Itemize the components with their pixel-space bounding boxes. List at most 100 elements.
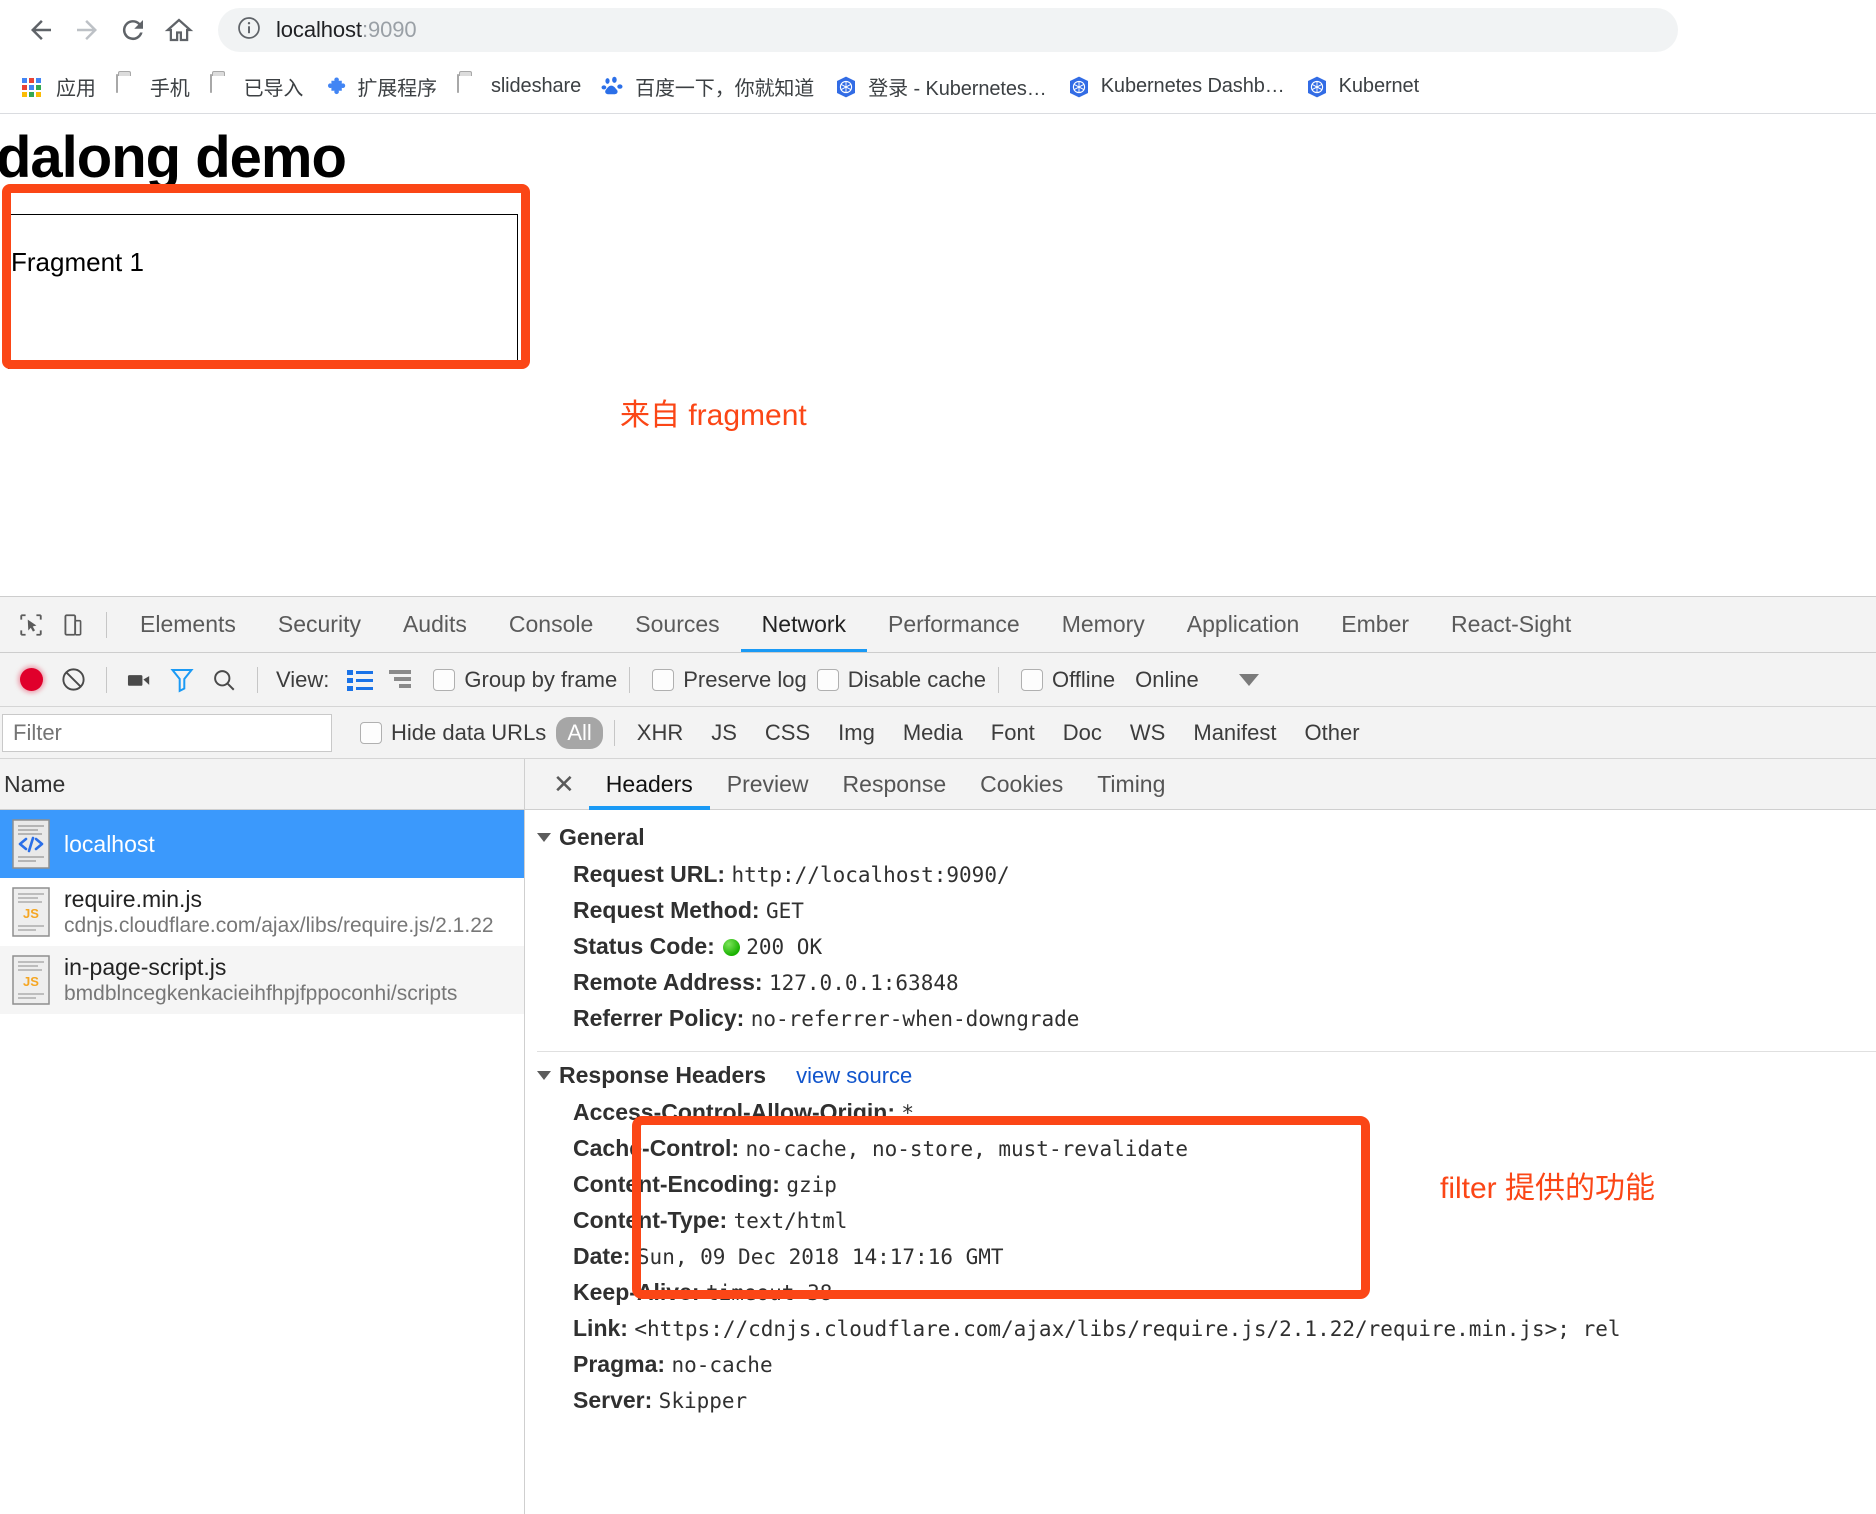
tab-cookies[interactable]: Cookies [963, 759, 1080, 810]
back-button[interactable] [18, 7, 64, 53]
view-source-link[interactable]: view source [796, 1063, 912, 1089]
bookmark-label: 登录 - Kubernetes… [868, 78, 1047, 100]
table-row[interactable]: JS require.min.js cdnjs.cloudflare.com/a… [0, 878, 524, 946]
record-button[interactable] [10, 659, 52, 701]
filter-chip-js[interactable]: JS [700, 717, 748, 749]
browser-toolbar: localhost:9090 [0, 0, 1876, 60]
checkbox-box[interactable] [816, 668, 839, 691]
tab-response[interactable]: Response [826, 759, 964, 810]
forward-button[interactable] [64, 7, 110, 53]
filter-chip-all[interactable]: All [556, 716, 603, 749]
header-value: no-cache, no-store, must-revalidate [745, 1137, 1189, 1161]
filter-input[interactable] [2, 713, 332, 752]
response-headers-section-header[interactable]: Response Headers view source [537, 1062, 1876, 1089]
header-row: Status Code: 200 OK [537, 929, 1876, 965]
tab-network[interactable]: Network [740, 597, 868, 652]
tab-audits[interactable]: Audits [382, 597, 488, 652]
triangle-down-icon [537, 1071, 551, 1080]
divider [629, 666, 631, 693]
throttling-value[interactable]: Online [1135, 667, 1199, 693]
header-key: Request URL: [573, 861, 726, 887]
bookmark-baidu[interactable]: 百度一下，你就知道 [591, 67, 824, 107]
clear-button[interactable] [52, 659, 94, 701]
tab-application[interactable]: Application [1166, 597, 1321, 652]
table-row[interactable]: localhost [0, 810, 524, 878]
bookmark-kubernetes-dashboard[interactable]: Kubernetes Dashb… [1057, 67, 1295, 107]
bookmark-extensions[interactable]: 扩展程序 [313, 67, 447, 107]
folder-icon [456, 73, 481, 99]
preserve-log-checkbox[interactable]: Preserve log [652, 667, 807, 693]
filter-chip-ws[interactable]: WS [1119, 717, 1176, 749]
bookmarks-bar: 应用 手机 已导入 扩展程序 slideshare 百度一下，你就知道 登录 -… [0, 60, 1876, 114]
address-bar[interactable]: localhost:9090 [218, 8, 1678, 52]
tab-headers[interactable]: Headers [588, 759, 710, 810]
tab-security[interactable]: Security [257, 597, 382, 652]
tab-sources[interactable]: Sources [614, 597, 740, 652]
info-circle-icon[interactable] [236, 15, 262, 46]
camera-icon[interactable] [119, 659, 161, 701]
view-waterfall-icon[interactable] [381, 659, 423, 701]
home-button[interactable] [156, 7, 202, 53]
filter-chip-media[interactable]: Media [892, 717, 974, 749]
table-row[interactable]: JS in-page-script.js bmdblncegkenkacieih… [0, 946, 524, 1014]
checkbox-box[interactable] [1020, 668, 1043, 691]
checkbox-box[interactable] [652, 668, 675, 691]
bookmark-folder-imported[interactable]: 已导入 [200, 67, 314, 107]
hide-data-urls-checkbox[interactable]: Hide data URLs [360, 720, 546, 746]
header-key: Server: [573, 1387, 653, 1413]
filter-chip-img[interactable]: Img [827, 717, 886, 749]
filter-chip-doc[interactable]: Doc [1052, 717, 1113, 749]
tab-label: Ember [1341, 611, 1410, 637]
checkbox-label: Offline [1051, 666, 1116, 692]
tab-elements[interactable]: Elements [119, 597, 257, 652]
bookmark-folder-slideshare[interactable]: slideshare [447, 67, 591, 107]
bookmark-kubernetes-3[interactable]: Kubernet [1295, 67, 1429, 107]
view-list-icon[interactable] [339, 659, 381, 701]
divider [106, 666, 107, 693]
tab-ember[interactable]: Ember [1320, 597, 1430, 652]
devtools-tabbar: Elements Security Audits Console Sources… [0, 597, 1876, 653]
funnel-icon[interactable] [161, 659, 203, 701]
request-name: localhost [64, 830, 155, 857]
tab-performance[interactable]: Performance [867, 597, 1041, 652]
close-icon[interactable]: ✕ [539, 771, 589, 797]
disable-cache-checkbox[interactable]: Disable cache [816, 667, 986, 693]
header-value: gzip [786, 1173, 837, 1197]
bookmark-kubernetes-login[interactable]: 登录 - Kubernetes… [824, 67, 1056, 107]
divider [997, 666, 999, 693]
tab-label: Security [277, 611, 361, 637]
checkbox-box[interactable] [433, 668, 456, 691]
tab-react-sight[interactable]: React-Sight [1430, 597, 1592, 652]
header-value: 200 OK [746, 935, 823, 959]
toggle-device-toolbar-icon[interactable] [52, 604, 94, 646]
filter-chip-other[interactable]: Other [1294, 717, 1371, 749]
section-label: General [559, 824, 645, 850]
filter-chip-css[interactable]: CSS [754, 717, 821, 749]
header-value: <https://cdnjs.cloudflare.com/ajax/libs/… [634, 1317, 1621, 1341]
bookmark-apps[interactable]: 应用 [12, 67, 106, 107]
tab-memory[interactable]: Memory [1041, 597, 1166, 652]
general-section-header[interactable]: General [537, 824, 1876, 851]
tab-preview[interactable]: Preview [710, 759, 826, 810]
page-title: dalong demo [0, 125, 347, 190]
chevron-down-icon[interactable] [1238, 673, 1259, 686]
bookmark-label: Kubernetes Dashb… [1100, 75, 1285, 97]
group-by-frame-checkbox[interactable]: Group by frame [433, 667, 617, 693]
reload-button[interactable] [110, 7, 156, 53]
filter-chip-xhr[interactable]: XHR [626, 717, 694, 749]
header-row: Referrer Policy: no-referrer-when-downgr… [537, 1001, 1876, 1037]
inspect-element-icon[interactable] [10, 604, 52, 646]
tab-label: Memory [1061, 611, 1145, 637]
bookmark-folder-phone[interactable]: 手机 [106, 67, 200, 107]
search-icon[interactable] [203, 659, 245, 701]
tab-timing[interactable]: Timing [1080, 759, 1182, 810]
header-row: Date: Sun, 09 Dec 2018 14:17:16 GMT [537, 1239, 1876, 1275]
header-value: text/html [733, 1209, 848, 1233]
filter-chip-font[interactable]: Font [980, 717, 1046, 749]
request-list-header: Name [0, 759, 524, 810]
checkbox-box[interactable] [360, 721, 382, 744]
header-key: Referrer Policy: [573, 1005, 745, 1031]
offline-checkbox[interactable]: Offline [1020, 666, 1116, 693]
tab-console[interactable]: Console [488, 597, 614, 652]
filter-chip-manifest[interactable]: Manifest [1182, 717, 1287, 749]
